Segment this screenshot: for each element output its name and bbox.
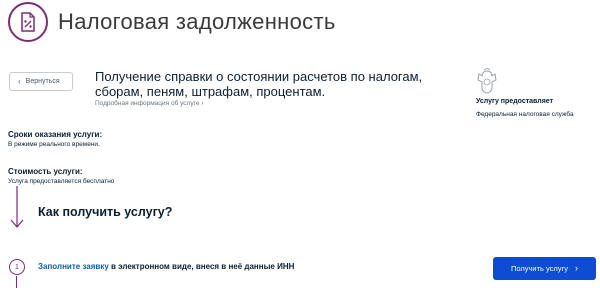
cost-value: Услуга предоставляется бесплатно <box>8 178 115 185</box>
step-connector <box>16 276 17 288</box>
back-button[interactable]: ‹ Вернуться <box>9 72 73 91</box>
get-service-button-label: Получить услугу <box>510 264 569 273</box>
percent-document-icon <box>8 2 48 42</box>
step-description: в электронном виде, внеся в неё данные И… <box>108 262 295 271</box>
service-title: Получение справки о состоянии расчетов п… <box>95 69 423 99</box>
terms-value: В режиме реального времени. <box>8 141 100 148</box>
chevron-right-icon: › <box>201 100 204 107</box>
chevron-right-icon: › <box>575 263 579 273</box>
step-text: Заполните заявку в электронном виде, вне… <box>38 262 294 271</box>
fill-application-link[interactable]: Заполните заявку <box>38 262 109 271</box>
russian-emblem-icon <box>476 67 498 94</box>
cost-label: Стоимость услуги: <box>8 167 83 176</box>
page-title: Налоговая задолженность <box>58 9 336 34</box>
chevron-left-icon: ‹ <box>18 76 21 86</box>
service-info-link-label: Подробная информация об услуге <box>95 100 200 107</box>
how-to-heading: Как получить услугу? <box>38 205 173 219</box>
provider-label: Услугу предоставляет <box>476 98 554 105</box>
terms-label: Сроки оказания услуги: <box>8 130 103 139</box>
provider-name: Федеральная налоговая служба <box>476 111 574 118</box>
step-number: 1 <box>9 259 25 275</box>
service-info-link[interactable]: Подробная информация об услуге › <box>95 100 203 107</box>
flow-arrow-icon <box>10 186 24 228</box>
page-header: Налоговая задолженность <box>0 0 600 48</box>
back-button-label: Вернуться <box>25 78 60 85</box>
get-service-button[interactable]: Получить услугу › <box>493 257 596 280</box>
